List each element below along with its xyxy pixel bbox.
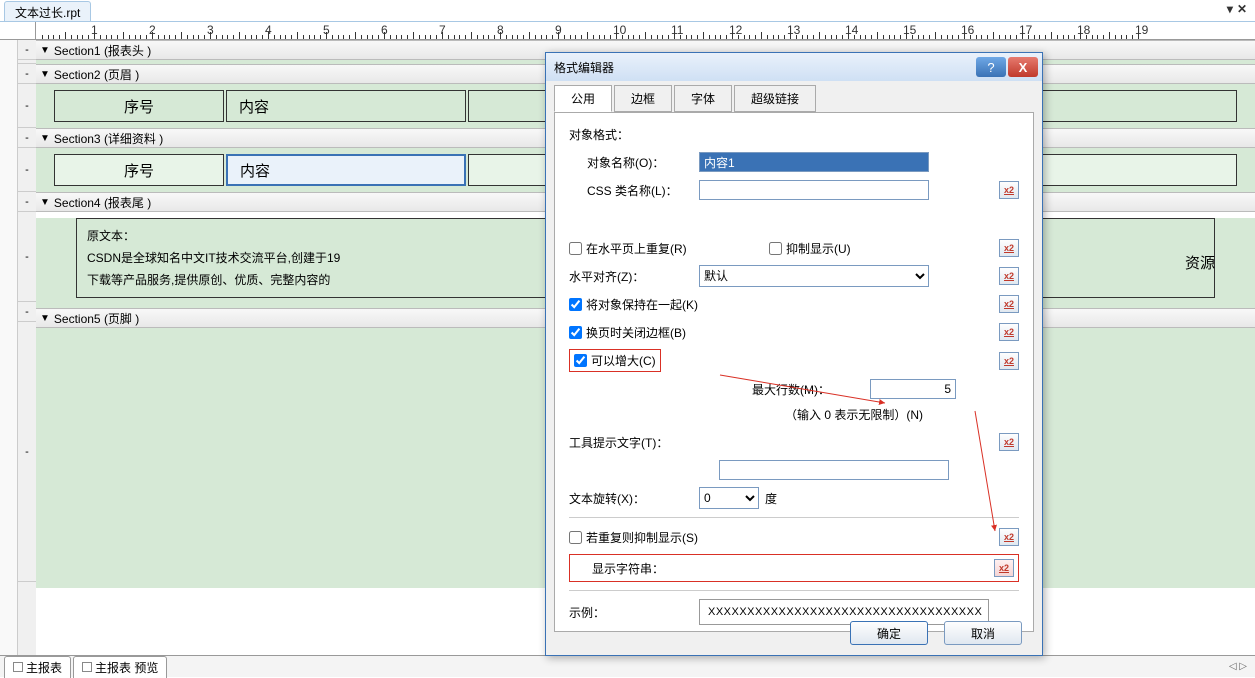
close-border-formula-button[interactable]: x2: [999, 323, 1019, 341]
tooltip-formula-button[interactable]: x2: [999, 433, 1019, 451]
nav-arrows[interactable]: ◁ ▷: [1229, 661, 1247, 672]
suppress-checkbox[interactable]: 抑制显示(U): [769, 240, 851, 257]
repeat-horiz-checkbox[interactable]: 在水平页上重复(R): [569, 240, 769, 257]
tab-font[interactable]: 字体: [674, 85, 732, 112]
tab-main-report[interactable]: 主报表: [4, 656, 71, 678]
rotate-select[interactable]: 0: [699, 487, 759, 509]
keep-together-checkbox[interactable]: 将对象保持在一起(K): [569, 296, 698, 313]
suppress-dup-checkbox[interactable]: 若重复则抑制显示(S): [569, 529, 698, 546]
object-name-label: 对象名称(O)：: [569, 154, 699, 171]
collapse-toggle[interactable]: -: [18, 212, 36, 302]
preview-icon: [82, 662, 92, 672]
close-border-checkbox[interactable]: 换页时关闭边框(B): [569, 324, 686, 341]
dialog-tabs: 公用 边框 字体 超级链接: [546, 81, 1042, 112]
rotate-unit: 度: [765, 490, 777, 507]
tab-hyperlink[interactable]: 超级链接: [734, 85, 816, 112]
max-rows-input[interactable]: [870, 379, 956, 399]
long-text-fragment: 资源: [1185, 252, 1215, 273]
collapse-toggle[interactable]: -: [18, 322, 36, 582]
tab-common[interactable]: 公用: [554, 85, 612, 112]
collapse-toggle[interactable]: -: [18, 84, 36, 128]
tab-border[interactable]: 边框: [614, 85, 672, 112]
collapse-toggle[interactable]: -: [18, 148, 36, 192]
cancel-button[interactable]: 取消: [944, 621, 1022, 645]
header-col-content[interactable]: 内容: [226, 90, 466, 122]
suppress-dup-formula-button[interactable]: x2: [999, 528, 1019, 546]
show-string-label: 显示字符串：: [574, 560, 704, 577]
ok-button[interactable]: 确定: [850, 621, 928, 645]
ruler: 12345678910111213141516171819: [0, 22, 1255, 40]
can-grow-formula-button[interactable]: x2: [999, 352, 1019, 370]
file-tab[interactable]: 文本过长.rpt: [4, 1, 91, 21]
help-button[interactable]: ?: [976, 57, 1006, 77]
show-string-formula-button[interactable]: x2: [994, 559, 1014, 577]
bottom-tabs: 主报表 主报表 预览 ◁ ▷: [0, 655, 1255, 677]
detail-col-seq[interactable]: 序号: [54, 154, 224, 186]
rotate-label: 文本旋转(X)：: [569, 490, 699, 507]
file-tab-bar: 文本过长.rpt ▾ ✕: [0, 0, 1255, 22]
dropdown-icon[interactable]: ▾: [1227, 2, 1233, 16]
collapse-toggle[interactable]: -: [18, 64, 36, 84]
collapse-toggle[interactable]: -: [18, 128, 36, 148]
tab-main-report-preview[interactable]: 主报表 预览: [73, 656, 167, 678]
halign-select[interactable]: 默认: [699, 265, 929, 287]
dialog-titlebar[interactable]: 格式编辑器 ? X: [546, 53, 1042, 81]
css-name-label: CSS 类名称(L)：: [569, 182, 699, 199]
keep-formula-button[interactable]: x2: [999, 295, 1019, 313]
header-col-seq[interactable]: 序号: [54, 90, 224, 122]
dialog-panel: 对象格式： 对象名称(O)： CSS 类名称(L)： x2 在水平页上重复(R)…: [554, 112, 1034, 632]
report-icon: [13, 662, 23, 672]
suppress-formula-button[interactable]: x2: [999, 239, 1019, 257]
collapse-toggle[interactable]: -: [18, 40, 36, 60]
css-formula-button[interactable]: x2: [999, 181, 1019, 199]
tooltip-input[interactable]: [719, 460, 949, 480]
sample-label: 示例：: [569, 604, 699, 621]
can-grow-checkbox[interactable]: 可以增大(C): [569, 349, 661, 372]
max-rows-label: 最大行数(M)：: [752, 381, 830, 398]
format-editor-dialog: 格式编辑器 ? X 公用 边框 字体 超级链接 对象格式： 对象名称(O)： C…: [545, 52, 1043, 656]
tooltip-label: 工具提示文字(T)：: [569, 434, 699, 451]
collapse-toggle[interactable]: -: [18, 302, 36, 322]
max-rows-hint: （输入 0 表示无限制）(N): [689, 406, 1019, 423]
halign-formula-button[interactable]: x2: [999, 267, 1019, 285]
object-name-input[interactable]: [699, 152, 929, 172]
detail-col-content-selected[interactable]: 内容: [226, 154, 466, 186]
collapse-toggle[interactable]: -: [18, 192, 36, 212]
object-format-label: 对象格式：: [569, 126, 699, 143]
close-icon[interactable]: ✕: [1237, 2, 1247, 16]
halign-label: 水平对齐(Z)：: [569, 268, 699, 285]
css-name-input[interactable]: [699, 180, 929, 200]
close-button[interactable]: X: [1008, 57, 1038, 77]
